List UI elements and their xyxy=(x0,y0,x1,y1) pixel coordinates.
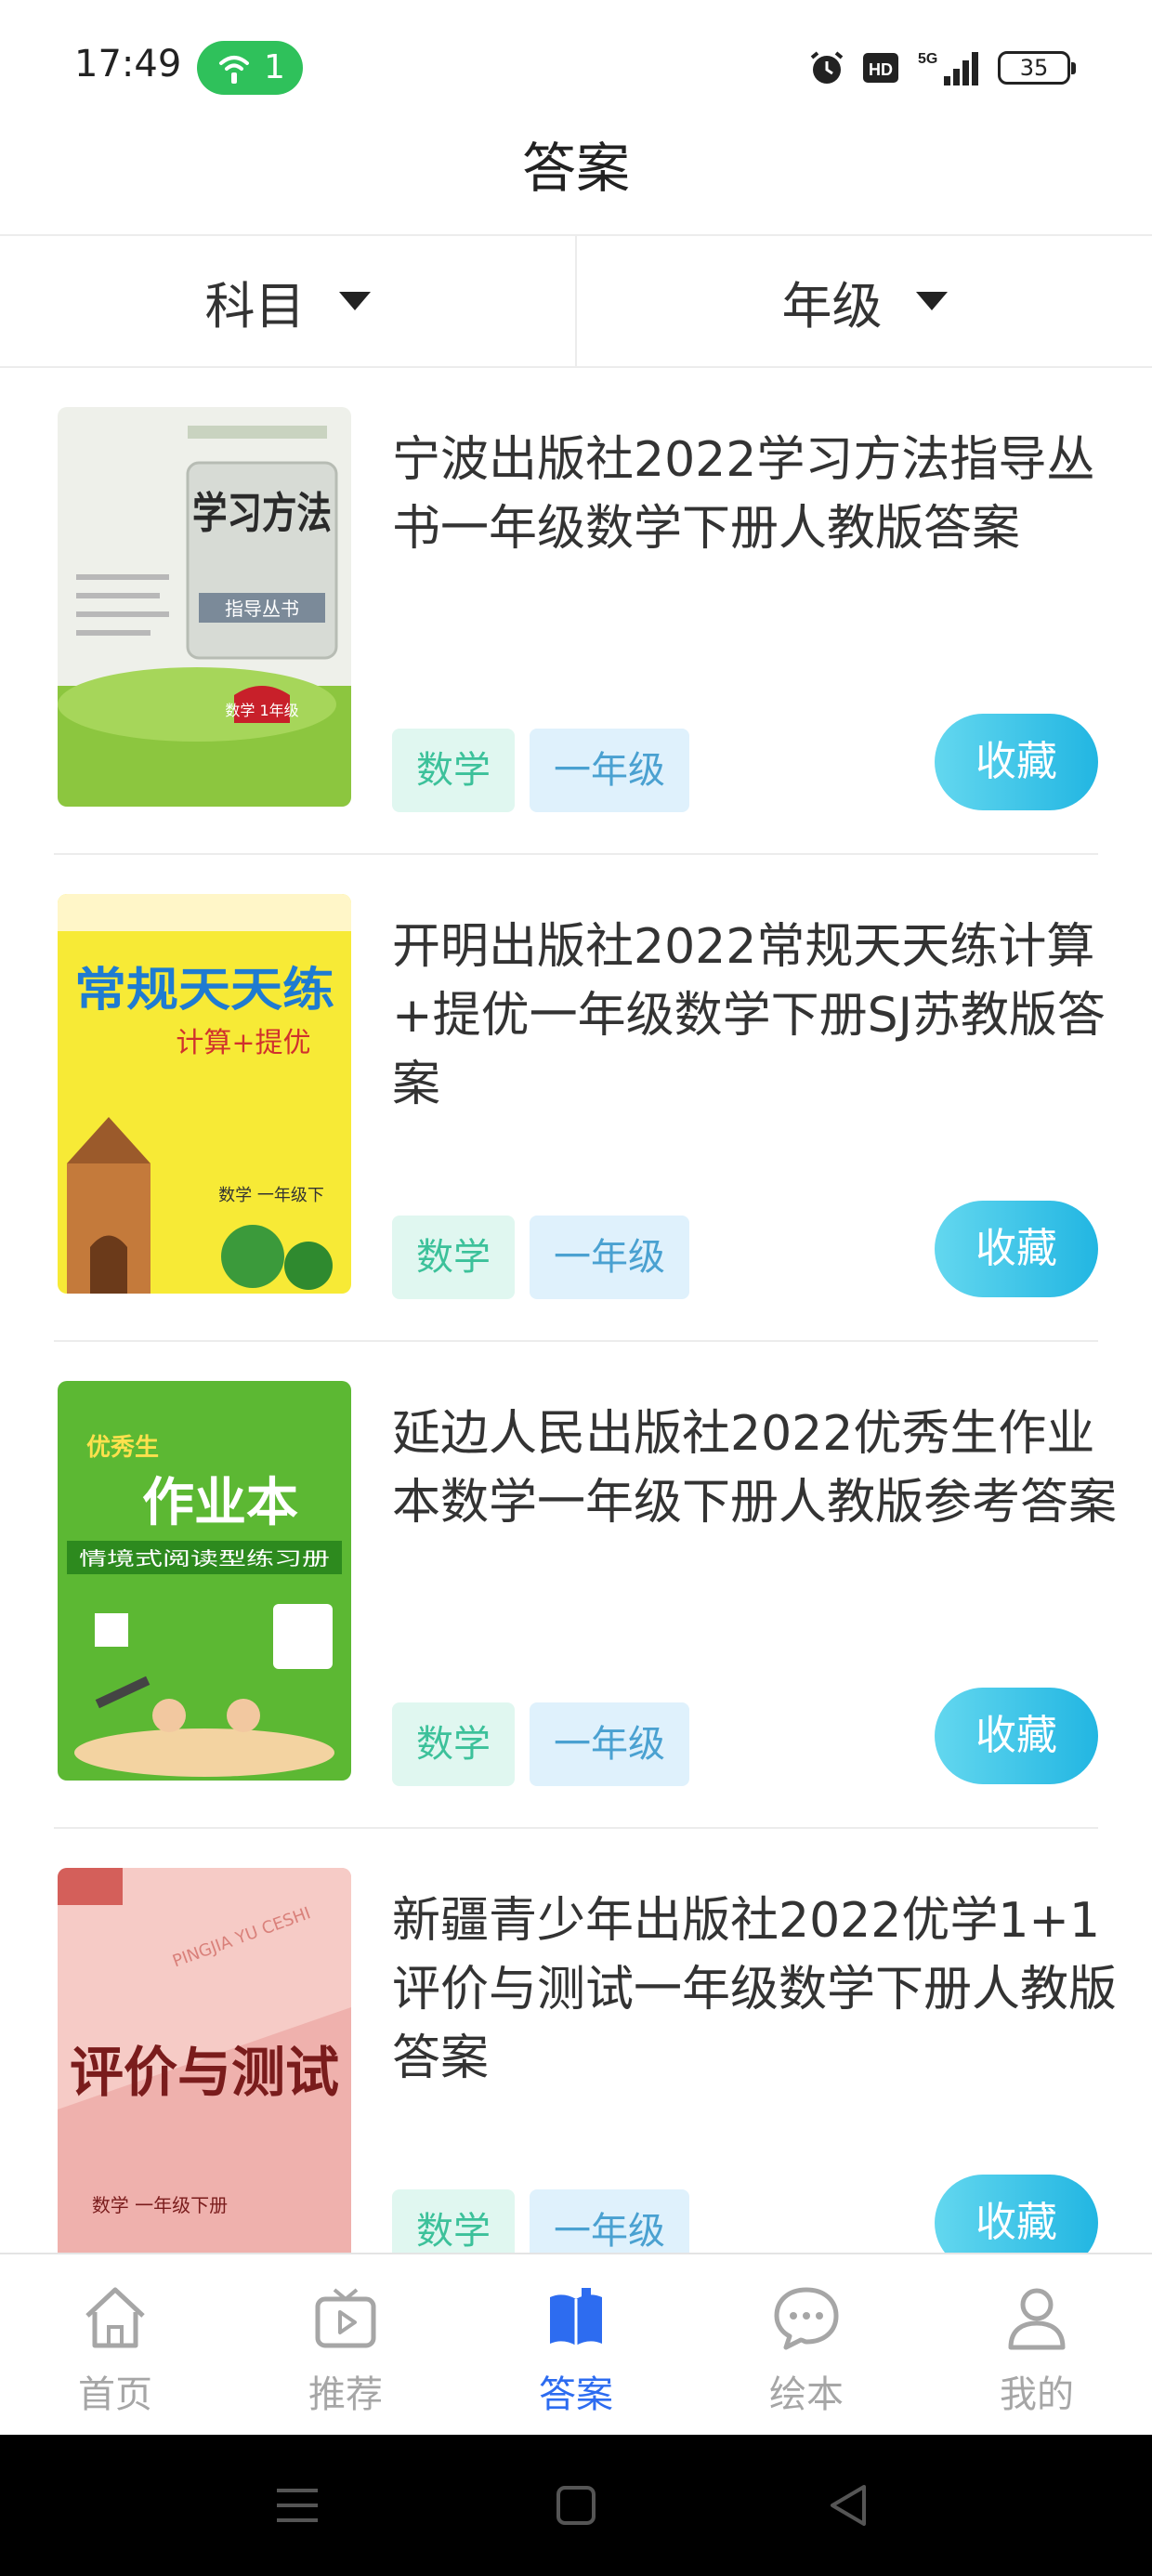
cover-badge: 数学 一年级下 xyxy=(218,1186,324,1205)
status-time: 17:49 xyxy=(74,43,182,85)
nav-answers[interactable]: 答案 xyxy=(461,2254,691,2437)
book-title[interactable]: 宁波出版社2022学习方法指导丛书一年级数学下册人教版答案 xyxy=(392,426,1135,563)
cover-badge: 优秀生 xyxy=(86,1434,159,1462)
book-icon xyxy=(550,2288,602,2346)
hd-icon: HD xyxy=(863,53,898,83)
subject-filter-label: 科目 xyxy=(204,276,306,335)
list-item[interactable]: PINGJIA YU CESHI 评价与测试 数学 一年级下册 新疆青少年出版社… xyxy=(54,1829,1117,2253)
hotspot-count: 1 xyxy=(264,48,285,86)
favorite-button[interactable]: 收藏 xyxy=(935,2175,1098,2253)
cover-title: 作业本 xyxy=(142,1473,298,1533)
subject-tag: 数学 xyxy=(392,1702,515,1786)
grade-tag: 一年级 xyxy=(530,1702,689,1786)
nav-answers-label: 答案 xyxy=(539,2373,613,2416)
home-square-icon[interactable] xyxy=(548,2477,604,2533)
subject-tag: 数学 xyxy=(392,729,515,812)
nav-mine-label: 我的 xyxy=(1000,2373,1074,2416)
cover-subtitle: 情境式阅读型练习册 xyxy=(79,1547,330,1570)
network-type-label: 5G xyxy=(918,51,937,67)
dropdown-triangle-icon xyxy=(338,292,371,310)
list-item[interactable]: 学习方法 指导丛书 数学 1年级 宁波出版社2022学习方法指导丛书一年级数学下… xyxy=(54,368,1098,855)
battery-level: 35 xyxy=(1019,55,1049,81)
subject-tag: 数学 xyxy=(392,1216,515,1299)
answer-list[interactable]: 学习方法 指导丛书 数学 1年级 宁波出版社2022学习方法指导丛书一年级数学下… xyxy=(0,368,1152,2253)
nav-recommend[interactable]: 推荐 xyxy=(230,2254,461,2437)
nav-picturebook[interactable]: 绘本 xyxy=(691,2254,922,2437)
back-triangle-icon[interactable] xyxy=(821,2477,877,2533)
signal-5g-icon: 5G xyxy=(918,51,978,85)
battery-icon: 35 xyxy=(998,51,1076,85)
grade-filter[interactable]: 年级 xyxy=(575,236,1152,366)
favorite-button[interactable]: 收藏 xyxy=(935,1688,1098,1784)
cover-title: 评价与测试 xyxy=(70,2041,339,2104)
svg-text:HD: HD xyxy=(869,60,893,79)
book-title[interactable]: 延边人民出版社2022优秀生作业本数学一年级下册人教版参考答案 xyxy=(392,1400,1135,1537)
dropdown-triangle-icon xyxy=(915,292,948,310)
grade-filter-label: 年级 xyxy=(781,276,883,335)
cover-subtitle: 计算+提优 xyxy=(176,1027,310,1059)
book-cover[interactable]: 学习方法 指导丛书 数学 1年级 xyxy=(58,407,351,807)
subject-filter[interactable]: 科目 xyxy=(0,236,575,366)
book-cover[interactable]: 优秀生 作业本 情境式阅读型练习册 xyxy=(58,1381,351,1781)
wifi-hotspot-icon xyxy=(219,56,249,84)
book-title[interactable]: 开明出版社2022常规天天练计算+提优一年级数学下册SJ苏教版答案 xyxy=(392,913,1135,1119)
grade-tag: 一年级 xyxy=(530,1216,689,1299)
home-icon xyxy=(85,2287,145,2348)
filter-bar: 科目 年级 xyxy=(0,236,1152,368)
cover-badge: 数学 一年级下册 xyxy=(92,2194,228,2216)
status-icons: HD 5G 35 xyxy=(808,46,1076,89)
status-bar: 17:49 1 HD 5G 35 xyxy=(0,0,1152,130)
nav-picturebook-label: 绘本 xyxy=(769,2373,844,2416)
book-cover[interactable]: 常规天天练 计算+提优 数学 一年级下 xyxy=(58,894,351,1294)
subject-tag: 数学 xyxy=(392,2189,515,2253)
alarm-icon xyxy=(810,51,844,84)
page-title: 答案 xyxy=(521,137,630,200)
favorite-button[interactable]: 收藏 xyxy=(935,1201,1098,1297)
book-title[interactable]: 新疆青少年出版社2022优学1+1评价与测试一年级数学下册人教版答案 xyxy=(392,1886,1135,2093)
menu-icon[interactable] xyxy=(269,2477,325,2533)
hotspot-indicator[interactable]: 1 xyxy=(197,41,303,95)
nav-mine[interactable]: 我的 xyxy=(922,2254,1152,2437)
tv-play-icon xyxy=(315,2288,376,2348)
cover-badge: 数学 1年级 xyxy=(225,702,298,719)
grade-tag: 一年级 xyxy=(530,2189,689,2253)
bottom-nav: 首页 推荐 答案 绘本 我的 xyxy=(0,2253,1152,2437)
nav-recommend-label: 推荐 xyxy=(308,2373,383,2416)
cover-title: 常规天天练 xyxy=(74,962,334,1017)
cover-title: 学习方法 xyxy=(192,488,332,538)
favorite-button[interactable]: 收藏 xyxy=(935,714,1098,810)
nav-home[interactable]: 首页 xyxy=(0,2254,230,2437)
nav-home-label: 首页 xyxy=(78,2373,152,2416)
user-icon xyxy=(1008,2288,1066,2350)
system-nav-bar xyxy=(0,2435,1152,2576)
book-cover[interactable]: PINGJIA YU CESHI 评价与测试 数学 一年级下册 xyxy=(58,1868,351,2253)
list-item[interactable]: 常规天天练 计算+提优 数学 一年级下 开明出版社2022常规天天练计算+提优一… xyxy=(54,855,1106,1342)
chat-bubble-icon xyxy=(774,2287,839,2350)
grade-tag: 一年级 xyxy=(530,729,689,812)
cover-subtitle: 指导丛书 xyxy=(225,598,299,620)
list-item[interactable]: 优秀生 作业本 情境式阅读型练习册 延边人民出版社2022优秀生作业本数学一年级… xyxy=(54,1342,1117,1829)
